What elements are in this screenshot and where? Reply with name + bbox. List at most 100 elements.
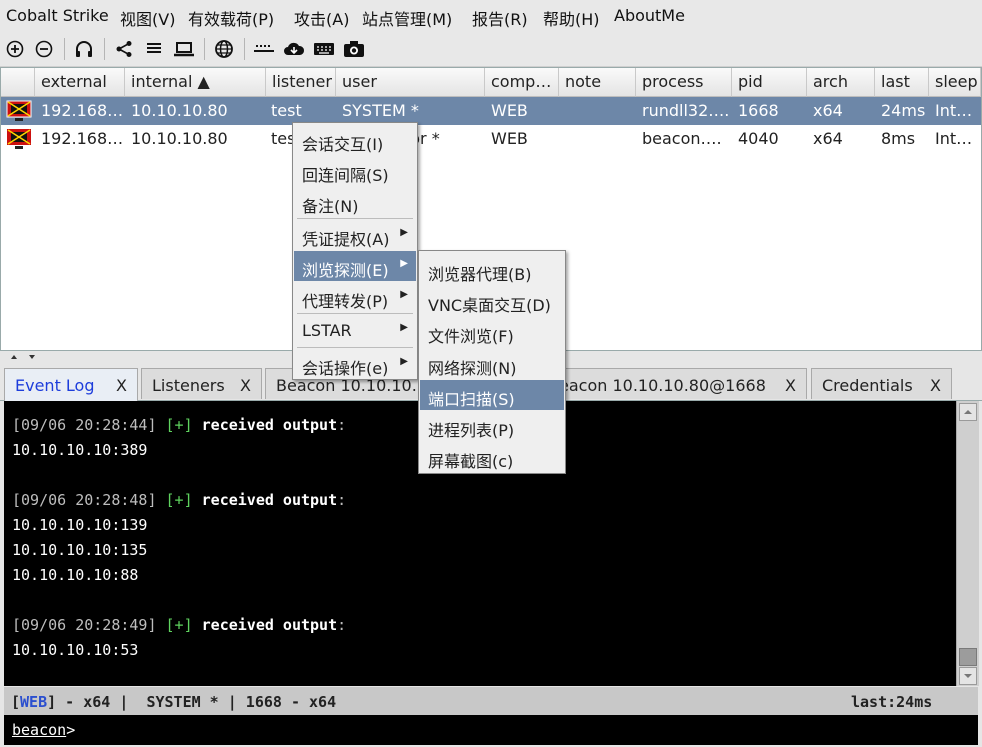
console-line: 10.10.10.10:88 [12, 566, 139, 584]
console-line: [09/06 20:28:44] [+] received output: [12, 416, 347, 434]
column-header-icon[interactable] [1, 68, 35, 97]
tab-listeners[interactable]: Listeners X [141, 368, 262, 399]
console-line: 10.10.10.10:53 [12, 641, 139, 659]
submenu-arrow-icon: ▶ [400, 258, 408, 269]
collapse-arrows-icon[interactable] [8, 353, 38, 361]
menu-item-pivoting[interactable]: 代理转发(P) ▶ [294, 282, 416, 312]
submenu-item-process-list[interactable]: 进程列表(P) [420, 411, 564, 441]
status-info: [WEB] - x64 | SYSTEM * | 1668 - x64 [11, 693, 337, 711]
globe-icon[interactable] [213, 38, 235, 60]
close-icon[interactable]: X [930, 376, 941, 395]
cell-external: 192.168… [41, 101, 124, 120]
status-last: last:24ms [851, 693, 933, 711]
cell-arch: x64 [813, 101, 843, 120]
column-header-last[interactable]: last [875, 68, 929, 97]
cell-last: 24ms [881, 101, 926, 120]
beacon-session-icon [6, 100, 32, 121]
column-header-note[interactable]: note [559, 68, 636, 97]
column-header-internal[interactable]: internal ▲ [125, 68, 266, 97]
cloud-download-icon[interactable] [283, 38, 305, 60]
submenu-item-port-scan[interactable]: 端口扫描(S) [420, 380, 564, 410]
table-row[interactable]: 192.168… 10.10.10.80 test SYSTEM * WEB r… [1, 97, 981, 125]
cell-external: 192.168… [41, 129, 124, 148]
submenu-arrow-icon: ▶ [400, 289, 408, 300]
close-icon[interactable]: X [240, 376, 251, 395]
menu-attacks[interactable]: 攻击(A) [294, 6, 349, 30]
laptop-icon[interactable] [173, 38, 195, 60]
submenu-item-net-view[interactable]: 网络探测(N) [420, 349, 564, 379]
toolbar [0, 32, 982, 67]
minus-circle-icon[interactable] [33, 38, 55, 60]
headphones-icon[interactable] [73, 38, 95, 60]
column-header-sleep[interactable]: sleep [929, 68, 981, 97]
console-line: 10.10.10.10:389 [12, 441, 148, 459]
camera-icon[interactable] [343, 38, 365, 60]
submenu-arrow-icon: ▶ [400, 356, 408, 367]
tab-beacon-2[interactable]: eacon 10.10.10.80@1668 X [548, 368, 807, 399]
menu-bar: Cobalt Strike 视图(V) 有效载荷(P) 攻击(A) 站点管理(M… [0, 0, 982, 32]
menu-site-management[interactable]: 站点管理(M) [362, 6, 452, 30]
console-line: 10.10.10.10:135 [12, 541, 148, 559]
cell-computer: WEB [491, 101, 528, 120]
menu-reporting[interactable]: 报告(R) [472, 6, 528, 30]
cell-internal: 10.10.10.80 [131, 129, 228, 148]
scroll-down-button[interactable] [959, 667, 977, 685]
console-line: [09/06 20:28:49] [+] received output: [12, 616, 347, 634]
cell-last: 8ms [881, 129, 916, 148]
menu-item-access[interactable]: 凭证提权(A) ▶ [294, 220, 416, 250]
cell-arch: x64 [813, 129, 843, 148]
menu-item-session[interactable]: 会话操作(e) ▶ [294, 349, 416, 379]
scroll-thumb[interactable] [959, 648, 977, 666]
tab-label: Credentials [822, 376, 913, 395]
cell-pid: 1668 [738, 101, 779, 120]
prompt-label: beacon> [12, 721, 76, 739]
submenu-item-screenshot[interactable]: 屏幕截图(c) [420, 442, 564, 472]
submenu-item-desktop-vnc[interactable]: VNC桌面交互(D) [420, 286, 564, 316]
plus-circle-icon[interactable] [4, 38, 26, 60]
menu-item-lstar[interactable]: LSTAR ▶ [294, 315, 416, 345]
column-header-process[interactable]: process [636, 68, 732, 97]
cell-sleep: Int… [935, 101, 973, 120]
cell-listener: test [271, 101, 302, 120]
menu-item-note[interactable]: 备注(N) [294, 187, 416, 217]
menu-aboutme[interactable]: AboutMe [614, 6, 685, 25]
column-header-pid[interactable]: pid [732, 68, 807, 97]
column-header-arch[interactable]: arch [807, 68, 875, 97]
beacon-command-input[interactable]: beacon> [4, 715, 978, 745]
tab-credentials[interactable]: Credentials X [811, 368, 952, 399]
dots-icon[interactable] [253, 38, 275, 60]
vertical-scrollbar[interactable] [956, 401, 979, 686]
submenu-arrow-icon: ▶ [400, 227, 408, 238]
column-header-user[interactable]: user [336, 68, 485, 97]
cell-process: rundll32…. [642, 101, 730, 120]
context-menu: 会话交互(I) 回连间隔(S) 备注(N) 凭证提权(A) ▶ 浏览探测(E) ▶ … [292, 122, 418, 380]
console-line: 10.10.10.10:139 [12, 516, 148, 534]
cell-user: SYSTEM * [342, 101, 419, 120]
explore-submenu: 浏览器代理(B) VNC桌面交互(D) 文件浏览(F) 网络探测(N) 端口扫描… [418, 250, 566, 474]
share-icon[interactable] [113, 38, 135, 60]
tab-event-log[interactable]: Event Log X [4, 368, 138, 401]
column-header-computer[interactable]: comp… [485, 68, 559, 97]
close-icon[interactable]: X [116, 376, 127, 395]
menu-payloads[interactable]: 有效载荷(P) [188, 6, 274, 30]
menu-cobalt-strike[interactable]: Cobalt Strike [6, 6, 109, 25]
column-header-external[interactable]: external [35, 68, 125, 97]
menu-item-explore[interactable]: 浏览探测(E) ▶ [294, 251, 416, 281]
table-row[interactable]: 192.168… 10.10.10.80 tes strator * WEB b… [1, 125, 981, 153]
submenu-item-browser-pivot[interactable]: 浏览器代理(B) [420, 255, 564, 285]
scroll-up-button[interactable] [959, 403, 977, 421]
close-icon[interactable]: X [785, 376, 796, 395]
menu-item-sleep[interactable]: 回连间隔(S) [294, 156, 416, 186]
cell-internal: 10.10.10.80 [131, 101, 228, 120]
menu-item-interact[interactable]: 会话交互(I) [294, 125, 416, 155]
keyboard-icon[interactable] [313, 38, 335, 60]
list-icon[interactable] [143, 38, 165, 60]
menu-view[interactable]: 视图(V) [120, 6, 175, 30]
tab-label: eacon 10.10.10.80@1668 [559, 376, 766, 395]
menu-help[interactable]: 帮助(H) [543, 6, 600, 30]
cell-process: beacon…. [642, 129, 722, 148]
beacon-status-bar: [WEB] - x64 | SYSTEM * | 1668 - x64 last… [4, 687, 978, 715]
submenu-item-file-browser[interactable]: 文件浏览(F) [420, 317, 564, 347]
column-header-listener[interactable]: listener [266, 68, 336, 97]
console-line: [09/06 20:28:48] [+] received output: [12, 491, 347, 509]
